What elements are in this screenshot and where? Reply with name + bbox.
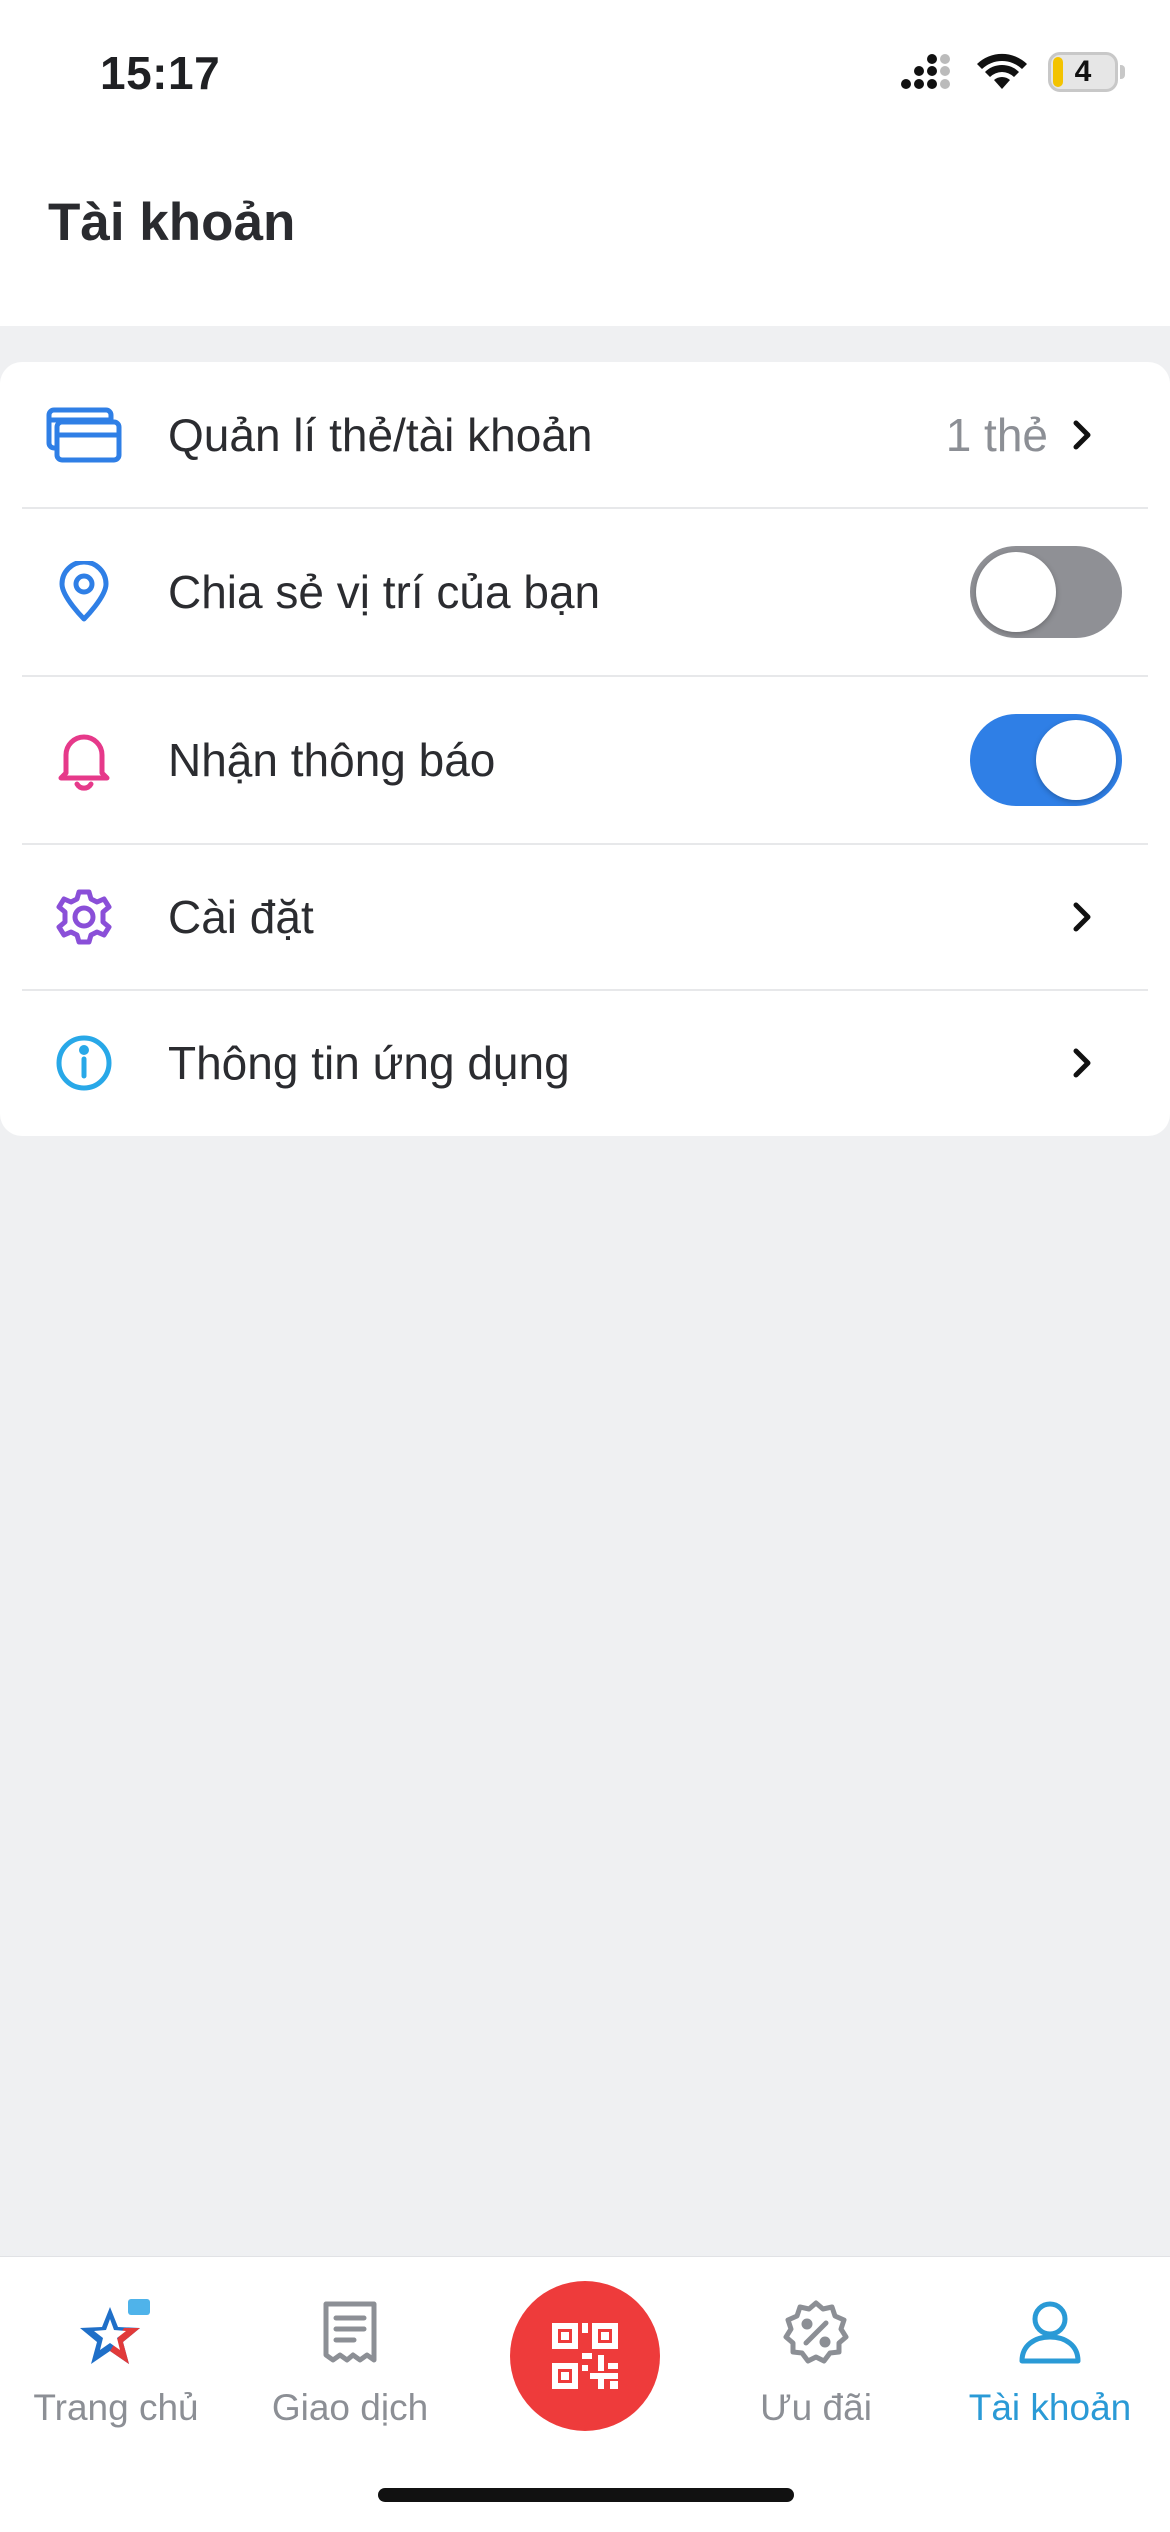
menu-item-settings[interactable]: Cài đặt (0, 844, 1170, 990)
home-indicator (378, 2488, 794, 2502)
nav-label: Tài khoản (968, 2387, 1132, 2428)
menu-item-card-management[interactable]: Quản lí thẻ/tài khoản 1 thẻ (0, 362, 1170, 508)
page-title: Tài khoản (48, 193, 296, 252)
battery-icon: 4 (1048, 52, 1125, 92)
menu-item-notifications: Nhận thông báo (0, 676, 1170, 844)
menu-item-label: Thông tin ứng dụng (168, 1037, 570, 1089)
status-time: 15:17 (100, 47, 221, 99)
menu-item-label: Nhận thông báo (168, 734, 496, 786)
card-icon (46, 397, 122, 473)
toggle-knob (976, 552, 1056, 632)
notifications-toggle[interactable] (970, 714, 1122, 806)
menu-item-label: Chia sẻ vị trí của bạn (168, 566, 601, 618)
nav-item-transactions[interactable]: Giao dịch (240, 2293, 460, 2429)
account-screen: 15:17 4 Tài khoản Quản lí thẻ/tài khoản … (0, 0, 1170, 2532)
card-count: 1 thẻ (945, 409, 1048, 461)
chevron-right-icon (1073, 420, 1091, 450)
bell-icon (46, 722, 122, 798)
home-star-icon (76, 2293, 156, 2373)
signal-icon (901, 54, 950, 89)
menu-item-app-info[interactable]: Thông tin ứng dụng (0, 990, 1170, 1136)
account-menu: Quản lí thẻ/tài khoản 1 thẻ Chia sẻ vị t… (0, 362, 1170, 1136)
nav-label: Trang chủ (33, 2387, 199, 2428)
user-icon (1010, 2293, 1090, 2373)
chevron-right-icon (1073, 902, 1091, 932)
nav-item-offers[interactable]: Ưu đãi (706, 2293, 926, 2429)
status-icons: 4 (900, 52, 1125, 92)
receipt-icon (310, 2293, 390, 2373)
toggle-knob (1036, 720, 1116, 800)
nav-label: Giao dịch (271, 2387, 429, 2428)
qr-scan-button[interactable] (510, 2281, 660, 2431)
discount-badge-icon (776, 2293, 856, 2373)
share-location-toggle[interactable] (970, 546, 1122, 638)
nav-item-account[interactable]: Tài khoản (940, 2293, 1160, 2429)
battery-level: 4 (1074, 55, 1092, 88)
chevron-right-icon (1073, 1048, 1091, 1078)
gear-icon (46, 879, 122, 955)
nav-item-home[interactable]: Trang chủ (6, 2293, 226, 2429)
qr-code-icon (552, 2323, 618, 2389)
menu-item-label: Cài đặt (168, 891, 314, 943)
header-area: 15:17 4 Tài khoản (0, 0, 1170, 326)
menu-item-label: Quản lí thẻ/tài khoản (168, 409, 593, 461)
nav-label: Ưu đãi (760, 2387, 872, 2428)
location-pin-icon (46, 554, 122, 630)
wifi-icon (977, 53, 1027, 89)
info-icon (46, 1025, 122, 1101)
menu-item-share-location: Chia sẻ vị trí của bạn (0, 508, 1170, 676)
